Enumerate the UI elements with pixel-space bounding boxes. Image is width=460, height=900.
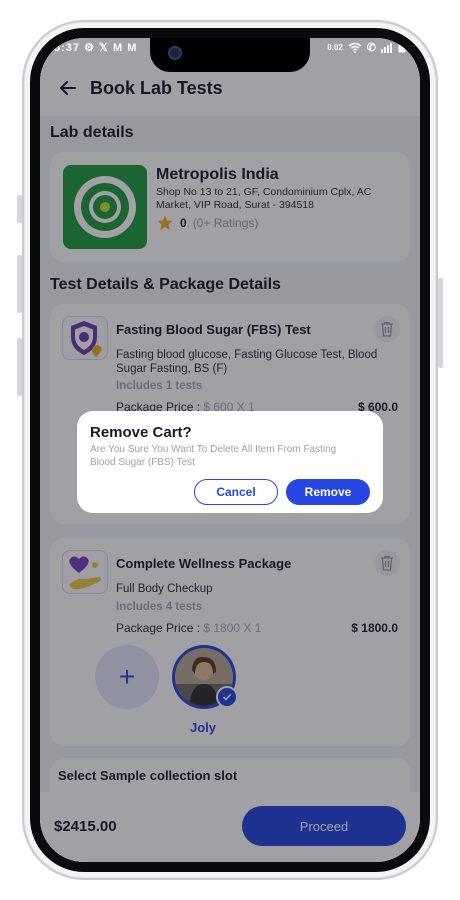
power-button bbox=[438, 278, 443, 368]
dialog-title: Remove Cart? bbox=[90, 424, 192, 441]
status-right: 0.02 ✆ bbox=[327, 41, 406, 54]
x-icon: 𝕏 bbox=[99, 42, 109, 54]
remove-cart-dialog: Remove Cart? Are You Sure You Want To De… bbox=[77, 411, 383, 513]
status-left: 5:37 ⚙ 𝕏 M M bbox=[54, 41, 137, 54]
dynamic-island bbox=[150, 38, 310, 72]
status-time: 5:37 bbox=[54, 42, 81, 54]
wifi-icon bbox=[348, 42, 362, 53]
cancel-button[interactable]: Cancel bbox=[194, 479, 278, 505]
remove-button[interactable]: Remove bbox=[286, 479, 370, 505]
mail-icon: M bbox=[112, 42, 124, 54]
front-camera bbox=[168, 46, 182, 60]
volume-up-button bbox=[17, 255, 22, 313]
signal-icon bbox=[381, 42, 392, 53]
network-speed: 0.02 bbox=[327, 43, 343, 52]
settings-icon: ⚙ bbox=[84, 42, 95, 54]
mail-icon: M bbox=[127, 42, 138, 54]
app-screen: Book Lab Tests 5:37 ⚙ 𝕏 M M 0.02 ✆ Lab d… bbox=[40, 38, 420, 862]
mute-switch bbox=[17, 195, 22, 223]
call-icon: ✆ bbox=[366, 42, 376, 54]
volume-down-button bbox=[17, 338, 22, 396]
dialog-message: Are You Sure You Want To Delete All Item… bbox=[90, 444, 337, 468]
battery-icon bbox=[398, 42, 406, 53]
